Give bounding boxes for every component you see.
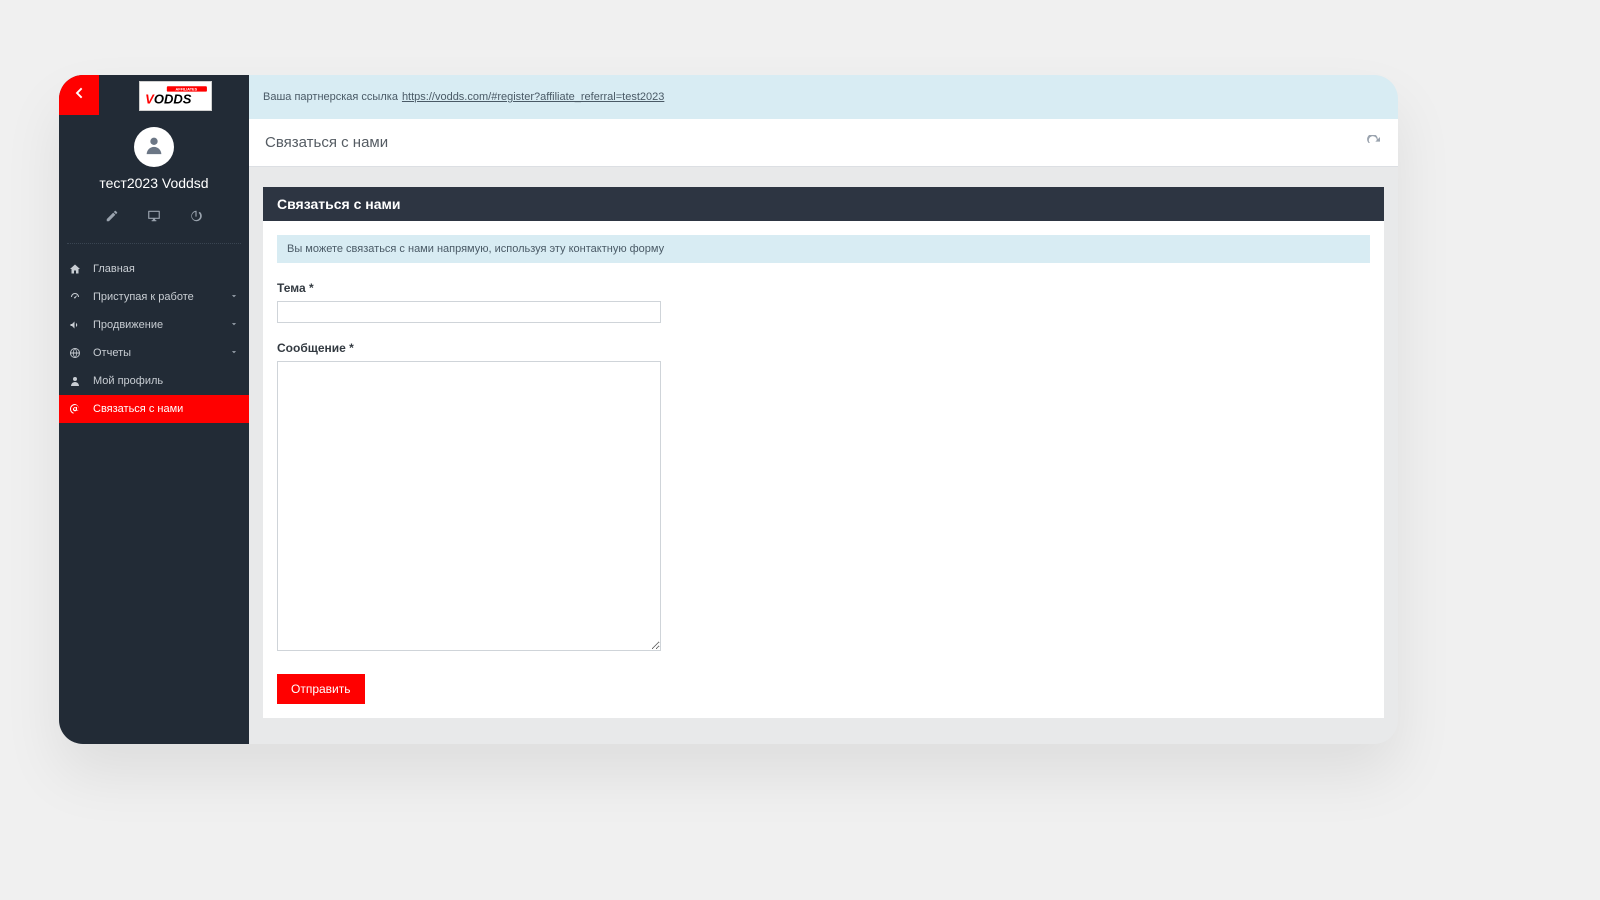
sidebar-nav: Главная Приступая к работе Продвижение О… [59,255,249,423]
globe-icon [69,347,81,359]
chevron-down-icon [229,347,239,357]
message-label: Сообщение * [277,341,1370,355]
logo-main-text: VODDS [145,92,192,107]
referral-bar: Ваша партнерская ссылка https://vodds.co… [249,75,1398,119]
sidebar-item-home[interactable]: Главная [59,255,249,283]
sidebar-item-label: Продвижение [93,319,163,331]
sidebar-item-label: Приступая к работе [93,291,194,303]
referral-link[interactable]: https://vodds.com/#register?affiliate_re… [402,91,664,103]
contact-card: Связаться с нами Вы можете связаться с н… [263,187,1384,718]
sidebar-divider [67,243,241,244]
sidebar-item-label: Отчеты [93,347,131,359]
sidebar-item-label: Связаться с нами [93,403,183,415]
home-icon [69,263,81,275]
sidebar-item-promotion[interactable]: Продвижение [59,311,249,339]
user-icon [69,375,81,387]
avatar [134,127,174,167]
sidebar-item-profile[interactable]: Мой профиль [59,367,249,395]
pencil-icon [105,210,119,227]
refresh-button[interactable] [1366,135,1382,151]
logo: AFFILIATES VODDS [139,81,212,111]
at-icon [69,403,81,415]
subject-group: Тема * [277,281,1370,323]
referral-prefix: Ваша партнерская ссылка [263,91,398,103]
sidebar-item-label: Мой профиль [93,375,163,387]
message-group: Сообщение * [277,341,1370,656]
sidebar-item-contact[interactable]: Связаться с нами [59,395,249,423]
main-area: Ваша партнерская ссылка https://vodds.co… [249,75,1398,744]
bullhorn-icon [69,319,81,331]
card-body: Вы можете связаться с нами напрямую, исп… [263,221,1384,718]
card-title: Связаться с нами [263,187,1384,221]
edit-profile-button[interactable] [105,209,119,223]
page-title: Связаться с нами [265,134,388,151]
sidebar-collapse-button[interactable] [59,75,99,115]
logout-button[interactable] [189,209,203,223]
chevron-down-icon [229,291,239,301]
sidebar-item-reports[interactable]: Отчеты [59,339,249,367]
sidebar-item-label: Главная [93,263,135,275]
submit-button[interactable]: Отправить [277,674,365,704]
sidebar-item-getting-started[interactable]: Приступая к работе [59,283,249,311]
app-frame: AFFILIATES VODDS тест2023 Voddsd [59,75,1398,744]
info-box: Вы можете связаться с нами напрямую, исп… [277,235,1370,263]
power-icon [189,210,203,227]
message-textarea[interactable] [277,361,661,651]
logo-badge-text: AFFILIATES [176,88,198,92]
switch-view-button[interactable] [147,209,161,223]
desktop-icon [147,210,161,227]
gauge-icon [69,291,81,303]
title-bar: Связаться с нами [249,119,1398,167]
user-icon [143,134,165,161]
sidebar: AFFILIATES VODDS тест2023 Voddsd [59,75,249,744]
subject-input[interactable] [277,301,661,323]
username: тест2023 Voddsd [59,175,249,191]
chevron-left-icon [71,85,87,106]
subject-label: Тема * [277,281,1370,295]
chevron-down-icon [229,319,239,329]
refresh-icon [1366,138,1382,155]
user-actions [59,209,249,223]
